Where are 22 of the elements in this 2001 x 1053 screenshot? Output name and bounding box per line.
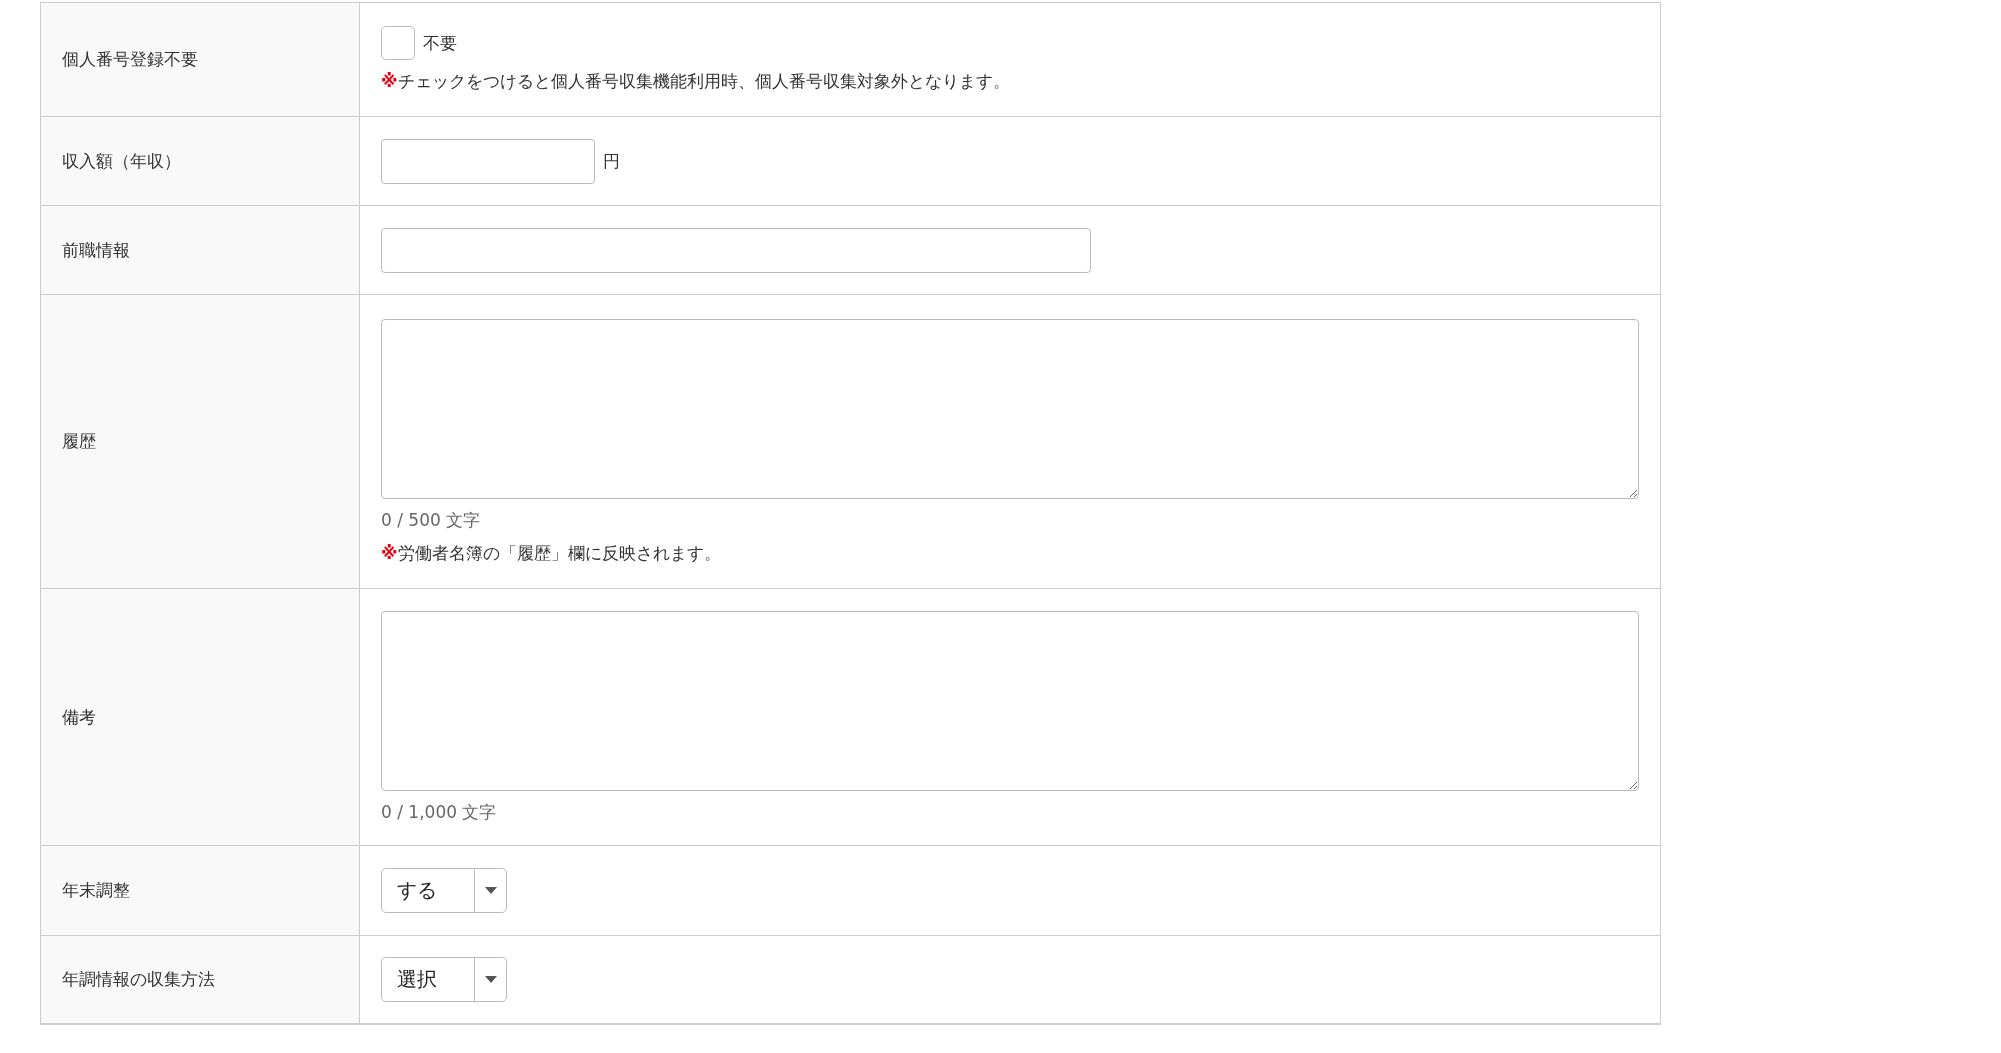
checkbox[interactable] (381, 26, 415, 60)
field-label: 前職情報 (41, 205, 360, 294)
checkbox-label: 不要 (423, 31, 457, 55)
field-label: 年末調整 (41, 845, 360, 935)
field-label: 年調情報の収集方法 (41, 935, 360, 1023)
character-counter: 0 / 500 文字 (381, 508, 482, 532)
amount-field[interactable] (381, 138, 595, 184)
text-field[interactable] (381, 227, 1091, 273)
field-label: 備考 (41, 588, 360, 845)
select-dropdown[interactable]: する (381, 868, 507, 913)
note-text: ※チェックをつけると個人番号収集機能利用時、個人番号収集対象外となります。 (381, 70, 1011, 93)
text-area[interactable] (381, 318, 1639, 499)
field-label: 収入額（年収） (41, 116, 360, 205)
caret-icon (484, 887, 497, 894)
field-label: 履歴 (41, 294, 360, 588)
character-counter: 0 / 1,000 文字 (381, 800, 498, 824)
unit-label: 円 (603, 149, 620, 173)
select-dropdown[interactable]: 選択 (381, 957, 507, 1002)
note-text: ※労働者名簿の「履歴」欄に反映されます。 (381, 541, 722, 565)
caret-icon (484, 976, 497, 983)
text-area[interactable] (381, 610, 1639, 791)
field-label: 個人番号登録不要 (41, 3, 360, 116)
